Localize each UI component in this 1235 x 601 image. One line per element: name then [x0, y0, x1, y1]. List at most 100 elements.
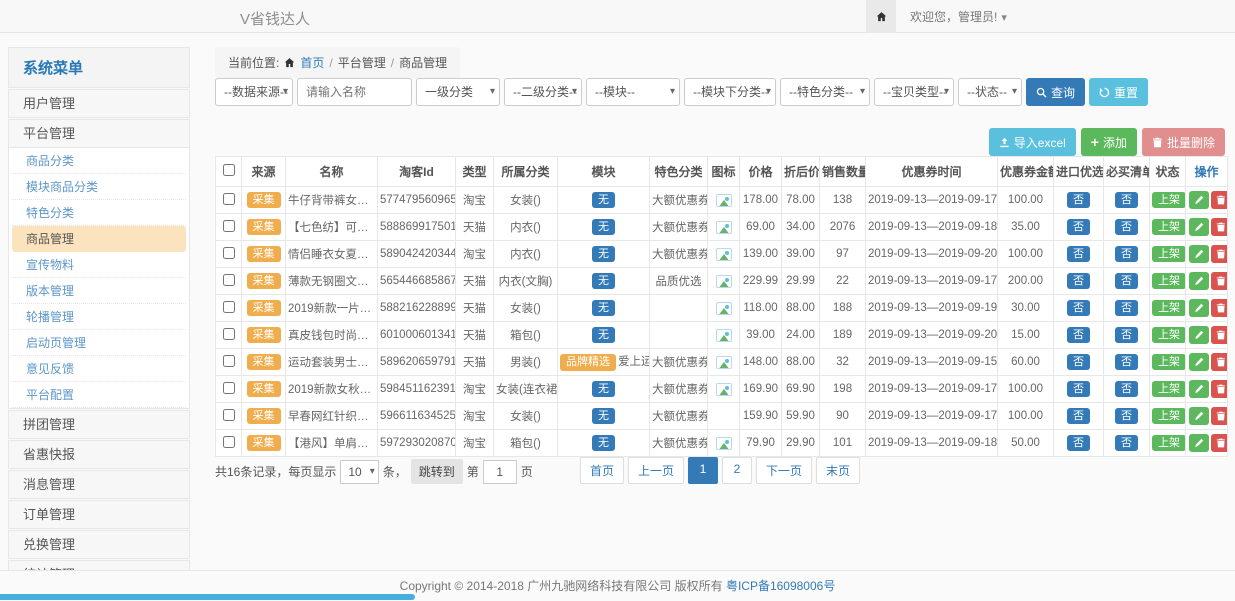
edit-button[interactable]	[1189, 272, 1209, 290]
status-badge[interactable]: 上架	[1152, 381, 1186, 397]
sidebar-item-platform-config[interactable]: 平台配置	[12, 382, 186, 408]
must-buy-badge[interactable]: 否	[1115, 327, 1138, 343]
row-checkbox[interactable]	[223, 301, 235, 313]
delete-button[interactable]	[1211, 434, 1228, 452]
user-menu[interactable]: 欢迎您，管理员!	[910, 8, 1007, 25]
sidebar-item-message-mgmt[interactable]: 消息管理	[8, 470, 190, 499]
pager-page-2[interactable]: 2	[722, 457, 752, 484]
edit-button[interactable]	[1189, 191, 1209, 209]
sidebar-item-order-mgmt[interactable]: 订单管理	[8, 500, 190, 529]
edit-button[interactable]	[1189, 434, 1209, 452]
batch-delete-button[interactable]: 批量删除	[1142, 128, 1225, 156]
must-buy-badge[interactable]: 否	[1115, 273, 1138, 289]
sidebar-item-platform-mgmt[interactable]: 平台管理	[8, 119, 190, 148]
data-source-select[interactable]: --数据来源--	[215, 78, 293, 106]
delete-button[interactable]	[1211, 326, 1228, 344]
row-checkbox[interactable]	[223, 409, 235, 421]
delete-button[interactable]	[1211, 299, 1228, 317]
import-select-badge[interactable]: 否	[1067, 354, 1090, 370]
import-select-badge[interactable]: 否	[1067, 381, 1090, 397]
must-buy-badge[interactable]: 否	[1115, 381, 1138, 397]
status-badge[interactable]: 上架	[1152, 354, 1186, 370]
row-checkbox[interactable]	[223, 355, 235, 367]
module-select[interactable]: --模块--	[586, 78, 680, 106]
import-select-badge[interactable]: 否	[1067, 327, 1090, 343]
sidebar-item-goods-category[interactable]: 商品分类	[12, 148, 186, 174]
delete-button[interactable]	[1211, 272, 1228, 290]
sidebar-item-splash-mgmt[interactable]: 启动页管理	[12, 330, 186, 356]
delete-button[interactable]	[1211, 191, 1228, 209]
sidebar-item-feature-category[interactable]: 特色分类	[12, 200, 186, 226]
name-search-input[interactable]	[297, 78, 412, 106]
jump-button[interactable]: 跳转到	[411, 459, 463, 484]
must-buy-badge[interactable]: 否	[1115, 435, 1138, 451]
status-badge[interactable]: 上架	[1152, 192, 1186, 208]
must-buy-badge[interactable]: 否	[1115, 219, 1138, 235]
level1-category-select[interactable]: 一级分类	[416, 78, 500, 106]
baby-type-select[interactable]: --宝贝类型--	[874, 78, 954, 106]
sidebar-item-express-news[interactable]: 省惠快报	[8, 440, 190, 469]
sidebar-item-module-goods-category[interactable]: 模块商品分类	[12, 174, 186, 200]
import-select-badge[interactable]: 否	[1067, 273, 1090, 289]
row-checkbox[interactable]	[223, 193, 235, 205]
icp-link[interactable]: 粤ICP备16098006号	[726, 579, 835, 593]
pager-page-1[interactable]: 1	[688, 457, 718, 484]
edit-button[interactable]	[1189, 380, 1209, 398]
status-badge[interactable]: 上架	[1152, 408, 1186, 424]
must-buy-badge[interactable]: 否	[1115, 408, 1138, 424]
sidebar-item-group-buy-mgmt[interactable]: 拼团管理	[8, 410, 190, 439]
jump-page-input[interactable]	[483, 460, 517, 484]
status-badge[interactable]: 上架	[1152, 273, 1186, 289]
sidebar-item-stats-mgmt[interactable]: 统计管理	[8, 560, 190, 570]
edit-button[interactable]	[1189, 407, 1209, 425]
delete-button[interactable]	[1211, 353, 1228, 371]
pager-first[interactable]: 首页	[580, 457, 624, 484]
status-badge[interactable]: 上架	[1152, 246, 1186, 262]
must-buy-badge[interactable]: 否	[1115, 246, 1138, 262]
level2-category-select[interactable]: --二级分类--	[504, 78, 582, 106]
row-checkbox[interactable]	[223, 247, 235, 259]
sidebar-item-goods-mgmt[interactable]: 商品管理	[12, 226, 186, 252]
import-select-badge[interactable]: 否	[1067, 219, 1090, 235]
home-button[interactable]	[866, 0, 896, 33]
sidebar-item-exchange-mgmt[interactable]: 兑换管理	[8, 530, 190, 559]
row-checkbox[interactable]	[223, 382, 235, 394]
delete-button[interactable]	[1211, 407, 1228, 425]
edit-button[interactable]	[1189, 353, 1209, 371]
pager-last[interactable]: 末页	[816, 457, 860, 484]
row-checkbox[interactable]	[223, 274, 235, 286]
row-checkbox[interactable]	[223, 220, 235, 232]
sidebar-item-carousel-mgmt[interactable]: 轮播管理	[12, 304, 186, 330]
feature-category-select[interactable]: --特色分类--	[780, 78, 870, 106]
delete-button[interactable]	[1211, 245, 1228, 263]
status-badge[interactable]: 上架	[1152, 435, 1186, 451]
must-buy-badge[interactable]: 否	[1115, 300, 1138, 316]
reset-button[interactable]: 重置	[1089, 78, 1148, 106]
must-buy-badge[interactable]: 否	[1115, 192, 1138, 208]
import-select-badge[interactable]: 否	[1067, 192, 1090, 208]
import-select-badge[interactable]: 否	[1067, 300, 1090, 316]
sidebar-item-version-mgmt[interactable]: 版本管理	[12, 278, 186, 304]
edit-button[interactable]	[1189, 218, 1209, 236]
module-sub-select[interactable]: --模块下分类--	[684, 78, 776, 106]
edit-button[interactable]	[1189, 299, 1209, 317]
add-button[interactable]: 添加	[1081, 128, 1137, 156]
row-checkbox[interactable]	[223, 328, 235, 340]
sidebar-item-feedback[interactable]: 意见反馈	[12, 356, 186, 382]
edit-button[interactable]	[1189, 326, 1209, 344]
delete-button[interactable]	[1211, 218, 1228, 236]
row-checkbox[interactable]	[223, 436, 235, 448]
status-select[interactable]: --状态--	[958, 78, 1022, 106]
import-select-badge[interactable]: 否	[1067, 408, 1090, 424]
status-badge[interactable]: 上架	[1152, 219, 1186, 235]
search-button[interactable]: 查询	[1026, 78, 1085, 106]
status-badge[interactable]: 上架	[1152, 327, 1186, 343]
import-select-badge[interactable]: 否	[1067, 435, 1090, 451]
import-excel-button[interactable]: 导入excel	[989, 128, 1076, 156]
delete-button[interactable]	[1211, 380, 1228, 398]
pager-prev[interactable]: 上一页	[628, 457, 684, 484]
sidebar-item-promo-material[interactable]: 宣传物料	[12, 252, 186, 278]
status-badge[interactable]: 上架	[1152, 300, 1186, 316]
edit-button[interactable]	[1189, 245, 1209, 263]
breadcrumb-home-link[interactable]: 首页	[300, 54, 324, 71]
